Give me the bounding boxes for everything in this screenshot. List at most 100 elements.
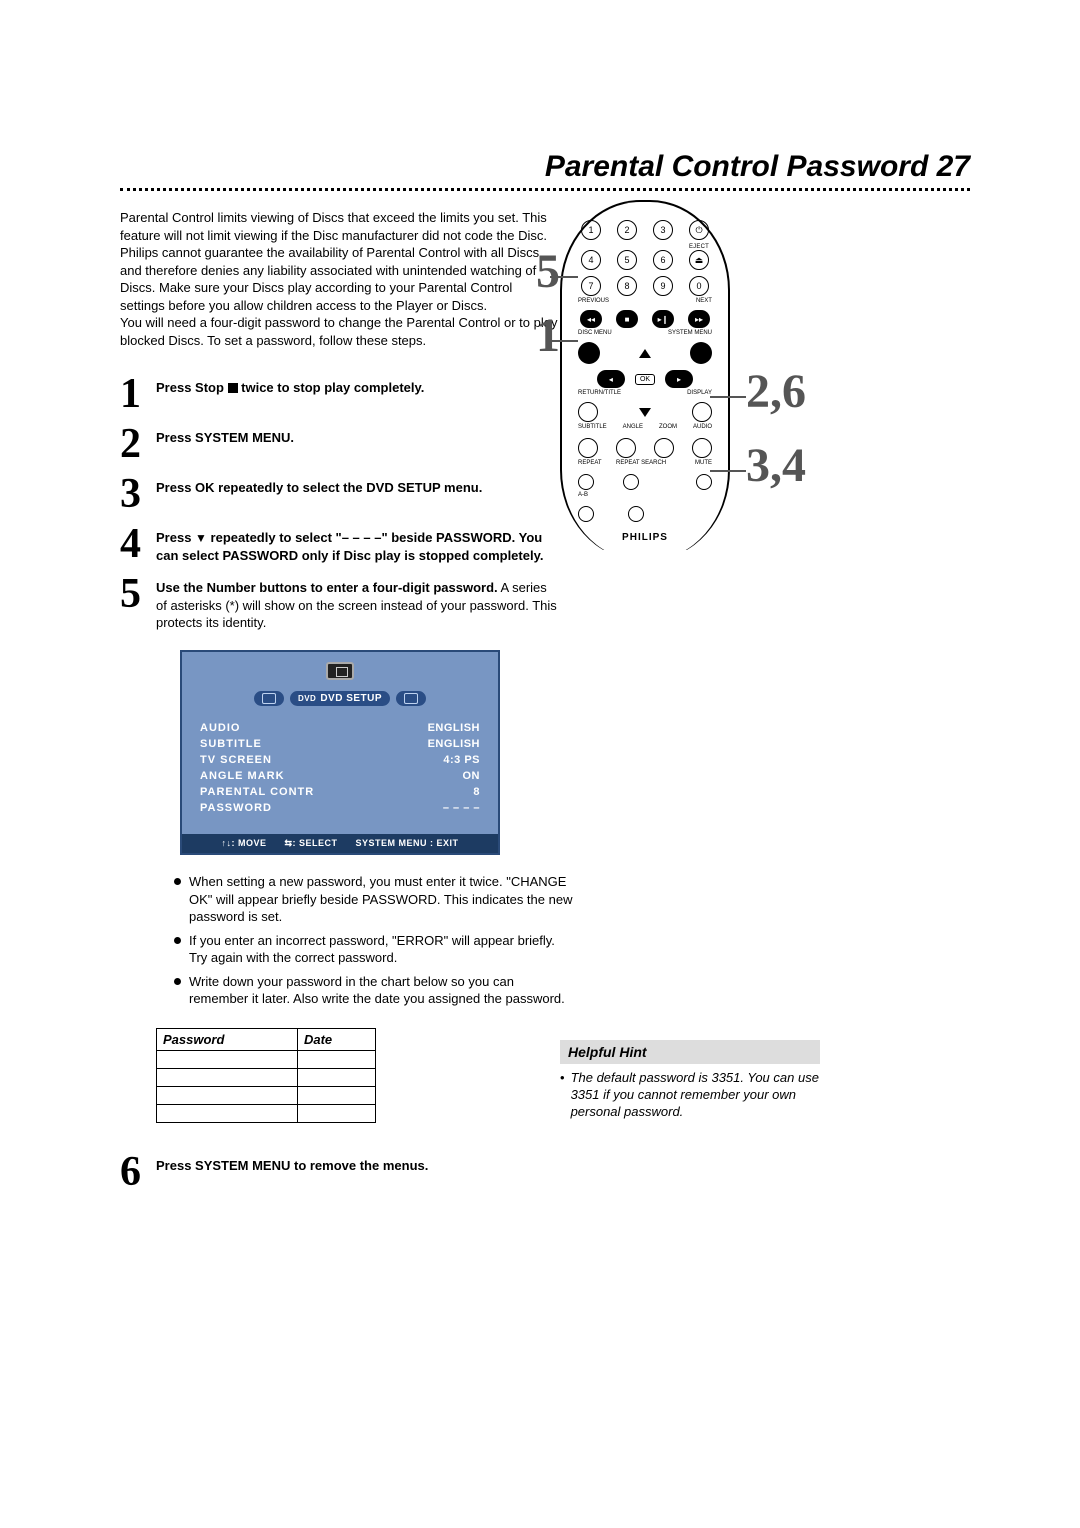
subtitle-key xyxy=(578,438,598,458)
step-4: 4 Press ▼ repeatedly to select "– – – –"… xyxy=(120,523,560,565)
key-1: 1 xyxy=(581,220,601,240)
osd-tabs: DVD DVD SETUP xyxy=(182,689,498,714)
table-row xyxy=(157,1086,376,1104)
page-title: Parental Control Password 27 xyxy=(120,150,970,184)
display-label: DISPLAY xyxy=(687,390,712,396)
callout-3-4: 3,4 xyxy=(746,442,806,490)
osd-foot-exit: SYSTEM MENU : EXIT xyxy=(356,838,459,849)
repeat-search-key xyxy=(623,474,639,490)
osd-row: TV SCREEN4:3 PS xyxy=(200,752,480,768)
audio-label: AUDIO xyxy=(693,424,712,430)
osd-value: ON xyxy=(463,770,481,782)
zoom-key xyxy=(654,438,674,458)
step-1-text-b: twice to stop play completely. xyxy=(238,380,425,395)
next-key: ▸▸ xyxy=(688,310,710,328)
osd-row: PASSWORD– – – – xyxy=(200,800,480,816)
angle-label: ANGLE xyxy=(623,424,643,430)
ab-label: A-B xyxy=(578,492,588,498)
key-8: 8 xyxy=(617,276,637,296)
next-label: NEXT xyxy=(696,298,712,304)
password-record-table: PasswordDate xyxy=(156,1028,376,1123)
ab-key xyxy=(578,506,594,522)
step-2: 2 Press SYSTEM MENU. xyxy=(120,423,560,465)
keypad-row-3: 7 8 9 0 xyxy=(562,276,728,296)
brand-logo: PHILIPS xyxy=(562,532,728,543)
ok-key: OK xyxy=(635,374,655,385)
title-text: Parental Control Password xyxy=(545,150,928,183)
osd-screenshot: DVD DVD SETUP AUDIOENGLISH SUBTITLE ENGLISH… xyxy=(180,650,500,855)
tv-icon xyxy=(326,662,354,680)
step-number: 3 xyxy=(120,473,156,515)
down-arrow-key xyxy=(639,408,651,417)
steps-list: 1 Press Stop twice to stop play complete… xyxy=(120,373,560,632)
dvd-setup-prefix: DVD xyxy=(298,695,316,703)
subtitle-label: SUBTITLE xyxy=(578,424,607,430)
repeat-label: REPEAT xyxy=(578,460,602,466)
return-display-labels: RETURN/TITLE DISPLAY xyxy=(562,388,728,396)
osd-row: AUDIOENGLISH xyxy=(200,720,480,736)
return-title-key xyxy=(578,402,598,422)
osd-key: SUBTITLE xyxy=(200,738,262,750)
step-3: 3 Press OK repeatedly to select the DVD … xyxy=(120,473,560,515)
key-7: 7 xyxy=(581,276,601,296)
stop-key: ■ xyxy=(616,310,638,328)
disc-menu-key xyxy=(578,342,600,364)
osd-tab-dvd-setup: DVD DVD SETUP xyxy=(290,691,390,706)
key-5: 5 xyxy=(617,250,637,270)
remote-diagram: 1 2 3 ⏻ EJECT 4 5 6 ⏏ 7 8 9 0 PREVIOUS N… xyxy=(560,200,730,560)
sub-angle-zoom-audio-labels: SUBTITLE ANGLE ZOOM AUDIO xyxy=(562,422,728,430)
audio-key xyxy=(692,438,712,458)
return-row xyxy=(562,396,728,422)
step-1-text-a: Press Stop xyxy=(156,380,228,395)
osd-option-list: AUDIOENGLISH SUBTITLE ENGLISH TV SCREEN4:3 … xyxy=(182,714,498,834)
dvd-setup-label: DVD SETUP xyxy=(320,693,382,704)
osd-key: ANGLE MARK xyxy=(200,770,285,782)
intro-paragraph-2: You will need a four-digit password to c… xyxy=(120,314,560,349)
helpful-hint-box: Helpful Hint The default password is 335… xyxy=(560,1040,820,1121)
zoom-label: ZOOM xyxy=(659,424,677,430)
osd-key: TV SCREEN xyxy=(200,754,272,766)
mute-key xyxy=(696,474,712,490)
key-2: 2 xyxy=(617,220,637,240)
osd-foot-move: ↑↓: MOVE xyxy=(221,838,266,849)
step-3-text: Press OK repeatedly to select the DVD SE… xyxy=(156,480,482,495)
mute-label: MUTE xyxy=(695,460,712,466)
intro-block: Parental Control limits viewing of Discs… xyxy=(120,209,560,349)
callout-1: 1 xyxy=(536,312,560,360)
title-divider xyxy=(120,188,970,191)
blank-key xyxy=(628,506,644,522)
transport-row: ◂◂ ■ ▸❙ ▸▸ xyxy=(562,304,728,328)
step-2-text: Press SYSTEM MENU. xyxy=(156,430,294,445)
keypad-row-2: 4 5 6 ⏏ xyxy=(562,250,728,270)
intro-paragraph-1: Parental Control limits viewing of Discs… xyxy=(120,209,560,314)
osd-row: PARENTAL CONTR 8 xyxy=(200,784,480,800)
down-arrow-icon: ▼ xyxy=(195,530,207,546)
function-row-3 xyxy=(562,498,728,522)
notes-bullet-list: When setting a new password, you must en… xyxy=(174,873,574,1008)
step-5: 5 Use the Number buttons to enter a four… xyxy=(120,573,560,632)
key-6: 6 xyxy=(653,250,673,270)
repeat-search-label: REPEAT SEARCH xyxy=(616,460,666,466)
power-key: ⏻ xyxy=(689,220,709,240)
osd-key: PARENTAL CONTR xyxy=(200,786,314,798)
step-4-text-a: Press xyxy=(156,530,195,545)
page-number: 27 xyxy=(937,150,970,183)
step-number: 4 xyxy=(120,523,156,565)
step-number: 2 xyxy=(120,423,156,465)
eject-key: ⏏ xyxy=(689,250,709,270)
step-number: 1 xyxy=(120,373,156,415)
osd-row: SUBTITLE ENGLISH xyxy=(200,736,480,752)
step-6-text: Press SYSTEM MENU to remove the menus. xyxy=(156,1158,428,1173)
return-title-label: RETURN/TITLE xyxy=(578,390,621,396)
key-9: 9 xyxy=(653,276,673,296)
menu-labels: DISC MENU SYSTEM MENU xyxy=(562,328,728,336)
osd-row: ANGLE MARK ON xyxy=(200,768,480,784)
callout-5: 5 xyxy=(536,248,560,296)
osd-value: 8 xyxy=(473,786,480,798)
osd-value: ENGLISH xyxy=(428,738,480,750)
osd-tab-right xyxy=(396,691,426,706)
callout-2-6: 2,6 xyxy=(746,368,806,416)
osd-key: PASSWORD xyxy=(200,802,272,814)
step-5-text-bold: Use the Number buttons to enter a four-d… xyxy=(156,580,498,595)
function-row-2 xyxy=(562,466,728,490)
